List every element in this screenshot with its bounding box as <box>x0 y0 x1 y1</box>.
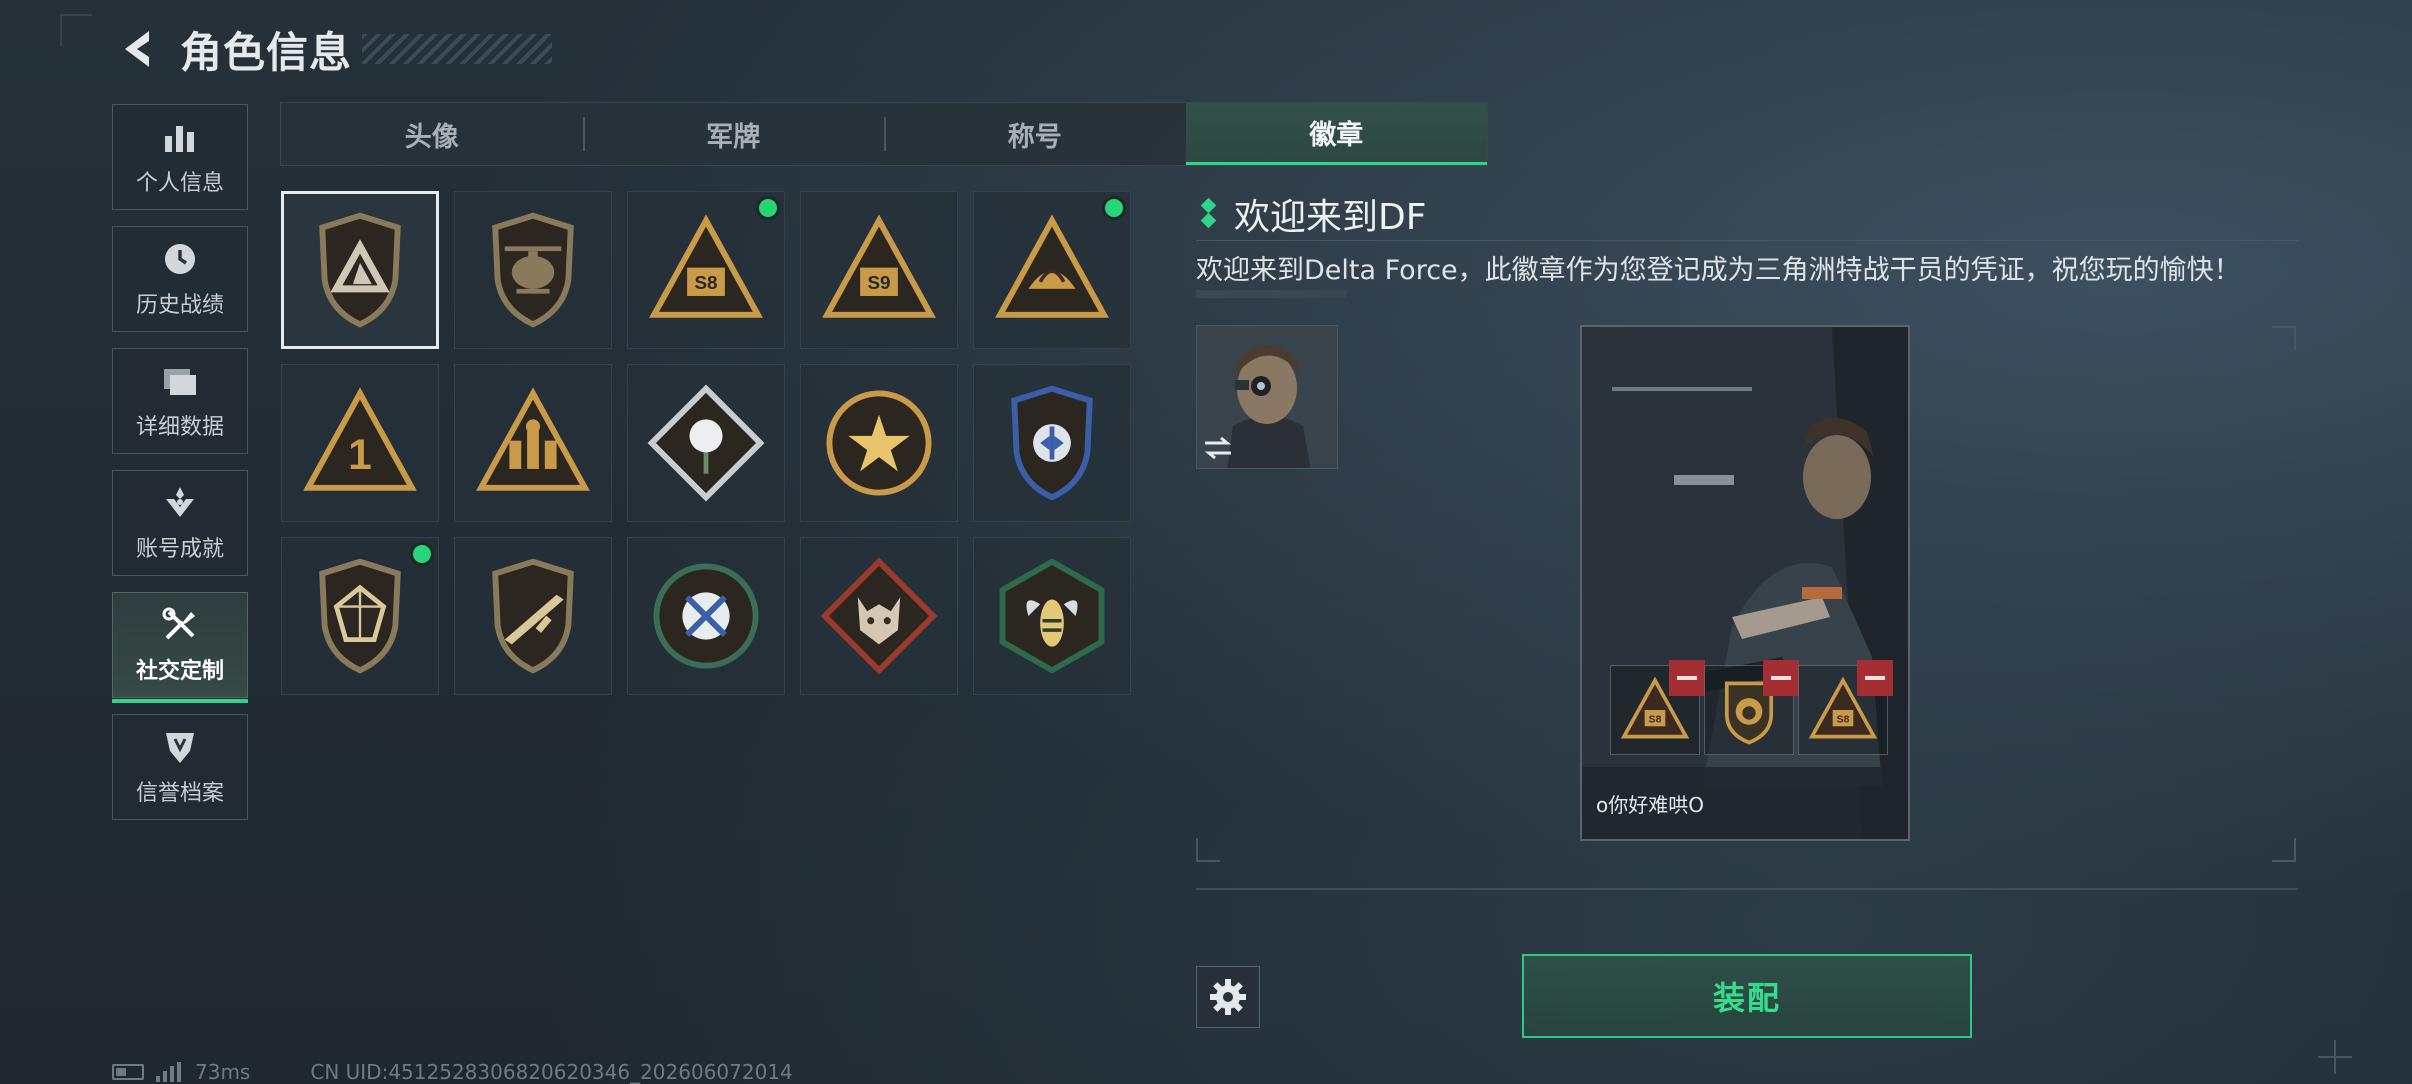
badge-text: S8 <box>694 272 717 293</box>
badge-cell-wasp-badge[interactable] <box>973 537 1131 695</box>
badge-slot-3[interactable]: S8 <box>1798 660 1893 755</box>
badge-cell-number-one-badge[interactable]: 1 <box>281 364 439 522</box>
user-uid: CN UID:4512528306820620346_202606072014 <box>310 1060 793 1084</box>
player-name-bar: o你好难哄O <box>1582 767 1908 839</box>
tools-icon <box>160 605 200 645</box>
sidebar: 个人信息 历史战绩 详细数据 账号成就 社交定制 信誉档案 <box>112 104 252 836</box>
badge-cell-rifle-badge[interactable] <box>454 537 612 695</box>
gem-badge-icon <box>319 558 401 674</box>
badge-detail-header: 欢迎来到DF <box>1200 188 1426 240</box>
shield-credit-icon <box>160 727 200 767</box>
wasp-badge-icon <box>999 558 1105 674</box>
back-button[interactable] <box>112 22 166 76</box>
badge-cell-s8-badge[interactable]: S8 <box>627 191 785 349</box>
tab-bar: 头像 军牌 称号 徽章 <box>280 102 1488 166</box>
header: 角色信息 <box>112 18 553 80</box>
equip-button[interactable]: 装配 <box>1522 954 1972 1038</box>
sidebar-item-label: 个人信息 <box>135 171 224 196</box>
badge-text: 1 <box>348 432 372 479</box>
folder-icon <box>160 361 200 401</box>
diamond-marker-icon <box>1200 197 1218 230</box>
gear-icon <box>1210 979 1246 1015</box>
swap-icon <box>1204 436 1232 460</box>
blue-shield-badge-icon <box>1011 385 1093 501</box>
new-indicator-dot <box>759 199 777 217</box>
badge-slot-1[interactable]: S8 <box>1610 660 1705 755</box>
status-bar: 73ms CN UID:4512528306820620346_20260607… <box>112 1060 793 1084</box>
corner-plus-decoration <box>2318 1040 2352 1074</box>
sidebar-item-label: 信誉档案 <box>135 781 224 806</box>
s9-badge-icon: S9 <box>822 214 936 318</box>
new-indicator-dot <box>1105 199 1123 217</box>
tab-dog-tag[interactable]: 军牌 <box>582 103 885 165</box>
crossed-knives-badge-icon <box>653 563 759 669</box>
wolf-badge-icon <box>820 557 938 675</box>
clock-history-icon <box>160 239 200 279</box>
settings-button[interactable] <box>1196 966 1260 1028</box>
badge-cell-s9-badge[interactable]: S9 <box>800 191 958 349</box>
remove-badge-button[interactable] <box>1857 660 1893 696</box>
badge-cell-squad-badge[interactable] <box>454 364 612 522</box>
badge-cell-rose-badge[interactable] <box>627 364 785 522</box>
badge-detail-description: 欢迎来到Delta Force，此徽章作为您登记成为三角洲特战干员的凭证，祝您玩… <box>1196 255 2241 286</box>
sidebar-item-label: 详细数据 <box>135 415 224 440</box>
operator-character-image <box>1582 327 1908 839</box>
sidebar-item-social-custom[interactable]: 社交定制 <box>112 592 248 703</box>
sidebar-item-history[interactable]: 历史战绩 <box>112 226 248 332</box>
sidebar-item-personal-info[interactable]: 个人信息 <box>112 104 248 210</box>
delta-force-badge-icon <box>319 212 401 328</box>
player-name: o你好难哄O <box>1596 792 1704 817</box>
lotus-badge-icon <box>995 214 1109 318</box>
remove-badge-button[interactable] <box>1763 660 1799 696</box>
squad-badge-icon <box>476 387 590 491</box>
sidebar-item-label: 社交定制 <box>135 659 224 684</box>
sidebar-item-credit[interactable]: 信誉档案 <box>112 714 248 820</box>
badge-text: S9 <box>867 272 890 293</box>
bar-chart-icon <box>160 117 200 157</box>
battery-icon <box>112 1064 144 1080</box>
badge-cell-lotus-badge[interactable] <box>973 191 1131 349</box>
tab-badge[interactable]: 徽章 <box>1185 103 1487 165</box>
back-arrow-icon <box>125 31 149 67</box>
badge-cell-gem-badge[interactable] <box>281 537 439 695</box>
badge-cell-helicopter-badge[interactable] <box>454 191 612 349</box>
sidebar-item-detailed-data[interactable]: 详细数据 <box>112 348 248 454</box>
slot-badge-text: S8 <box>1837 715 1850 726</box>
description-decoration <box>1196 290 1346 298</box>
corner-decoration <box>60 14 92 46</box>
sidebar-item-label: 账号成就 <box>135 537 224 562</box>
page-title: 角色信息 <box>180 27 353 77</box>
slot-badge-text: S8 <box>1649 715 1662 726</box>
badge-cell-delta-force-badge[interactable] <box>281 191 439 349</box>
rose-badge-icon <box>647 384 765 502</box>
badge-cell-wolf-badge[interactable] <box>800 537 958 695</box>
badge-slot-2[interactable] <box>1704 660 1799 755</box>
badge-grid: S8 S9 1 <box>281 191 1131 695</box>
divider <box>1196 240 2298 241</box>
avatar[interactable] <box>1196 325 1338 469</box>
player-card-preview: S8 S8 o你好难哄O <box>1580 325 1910 841</box>
helicopter-badge-icon <box>492 212 574 328</box>
badge-cell-star-medal-badge[interactable] <box>800 364 958 522</box>
number-one-badge-icon: 1 <box>303 387 417 491</box>
signal-icon <box>156 1062 181 1082</box>
star-medal-badge-icon <box>826 390 932 496</box>
sidebar-item-label: 历史战绩 <box>135 293 224 318</box>
tab-avatar[interactable]: 头像 <box>281 103 583 165</box>
sidebar-item-achievements[interactable]: 账号成就 <box>112 470 248 576</box>
remove-badge-button[interactable] <box>1669 660 1705 696</box>
new-indicator-dot <box>413 545 431 563</box>
achievement-icon <box>160 483 200 523</box>
divider <box>1196 888 2298 890</box>
badge-detail-title: 欢迎来到DF <box>1234 197 1427 238</box>
tab-title[interactable]: 称号 <box>884 103 1186 165</box>
s8-badge-icon: S8 <box>649 214 763 318</box>
badge-cell-crossed-knives-badge[interactable] <box>627 537 785 695</box>
title-decoration <box>362 34 553 64</box>
ping-value: 73ms <box>195 1060 251 1084</box>
badge-cell-blue-shield-badge[interactable] <box>973 364 1131 522</box>
rifle-badge-icon <box>492 558 574 674</box>
